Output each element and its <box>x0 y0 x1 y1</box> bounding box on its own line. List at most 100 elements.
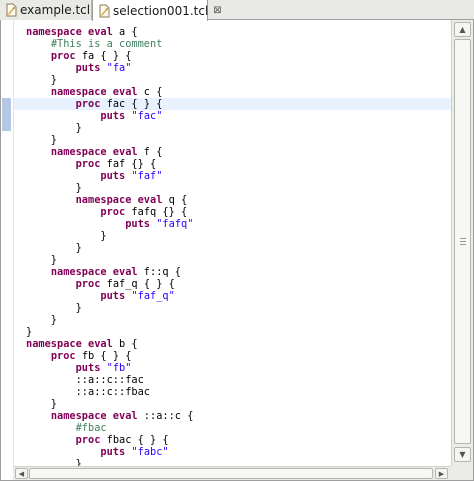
code-line[interactable]: #This is a comment <box>14 38 451 50</box>
keyword-token: puts <box>75 362 101 374</box>
keyword-token: puts <box>100 170 126 182</box>
code-token: } <box>26 254 57 266</box>
code-line[interactable]: proc fbac { } { <box>14 434 451 446</box>
code-line[interactable]: namespace eval f { <box>14 146 451 158</box>
string-token: "fb" <box>106 362 132 374</box>
tab-label: example.tcl <box>20 3 91 17</box>
code-line[interactable]: proc fafq {} { <box>14 206 451 218</box>
code-line[interactable]: } <box>14 398 451 410</box>
keyword-token: namespace eval <box>50 410 138 422</box>
keyword-token: proc <box>50 50 76 62</box>
horizontal-scrollbar[interactable]: ◀ ▶ <box>13 466 451 480</box>
code-line[interactable]: } <box>14 458 451 466</box>
code-token: fac { } { <box>100 98 163 110</box>
keyword-token: puts <box>100 110 126 122</box>
code-line[interactable]: proc faf_q { } { <box>14 278 451 290</box>
code-line[interactable]: proc fb { } { <box>14 350 451 362</box>
code-line[interactable]: ::a::c::fac <box>14 374 451 386</box>
code-line[interactable]: proc fa { } { <box>14 50 451 62</box>
code-token: faf_q { } { <box>100 278 175 290</box>
code-token: q { <box>162 194 188 206</box>
tcl-file-icon <box>99 4 110 17</box>
code-line[interactable]: puts "fa" <box>14 62 451 74</box>
code-line[interactable]: puts "fabc" <box>14 446 451 458</box>
code-line[interactable]: #fbac <box>14 422 451 434</box>
scrollbar-corner <box>451 466 473 480</box>
code-line[interactable]: namespace eval f::q { <box>14 266 451 278</box>
code-line[interactable]: } <box>14 254 451 266</box>
vertical-scrollbar[interactable]: ▲ ▼ <box>451 20 473 466</box>
keyword-token: proc <box>75 98 101 110</box>
scroll-down-button[interactable]: ▼ <box>454 447 471 462</box>
code-token: } <box>26 314 57 326</box>
keyword-token: namespace eval <box>75 194 163 206</box>
string-token: "faf_q" <box>131 290 175 302</box>
code-line[interactable]: } <box>14 242 451 254</box>
code-line[interactable]: puts "faf" <box>14 170 451 182</box>
keyword-token: namespace eval <box>26 26 113 38</box>
code-token: } <box>26 302 82 314</box>
code-line[interactable]: namespace eval a { <box>14 26 451 38</box>
code-area[interactable]: namespace eval a { #This is a comment pr… <box>13 20 451 466</box>
code-line[interactable]: puts "fb" <box>14 362 451 374</box>
horizontal-scroll-thumb[interactable] <box>29 468 433 479</box>
code-editor: namespace eval a { #This is a comment pr… <box>0 20 474 481</box>
code-token: f::q { <box>137 266 182 278</box>
tab-example-tcl[interactable]: example.tcl <box>0 0 92 20</box>
code-token: } <box>26 458 82 466</box>
scroll-up-button[interactable]: ▲ <box>454 22 471 37</box>
keyword-token: puts <box>125 218 151 230</box>
comment-token: #This is a comment <box>50 38 163 50</box>
code-line[interactable]: namespace eval ::a::c { <box>14 410 451 422</box>
code-token: ::a::c::fac <box>26 374 144 386</box>
close-icon[interactable]: ⊠ <box>213 6 221 16</box>
code-line[interactable]: } <box>14 314 451 326</box>
scroll-left-button[interactable]: ◀ <box>15 468 28 479</box>
scroll-right-button[interactable]: ▶ <box>435 468 448 479</box>
code-line[interactable]: proc faf {} { <box>14 158 451 170</box>
tcl-file-icon <box>6 3 17 17</box>
comment-token: #fbac <box>75 422 107 434</box>
code-line[interactable]: namespace eval c { <box>14 86 451 98</box>
code-line[interactable]: namespace eval b { <box>14 338 451 350</box>
code-line[interactable]: } <box>14 302 451 314</box>
keyword-token: namespace eval <box>50 86 138 98</box>
code-token: ::a::c { <box>137 410 194 422</box>
code-line[interactable]: ::a::c::fbac <box>14 386 451 398</box>
code-line[interactable]: puts "fac" <box>14 110 451 122</box>
vertical-ruler[interactable] <box>1 20 13 466</box>
code-line[interactable]: puts "fafq" <box>14 218 451 230</box>
code-line[interactable]: } <box>14 326 451 338</box>
code-token: } <box>26 326 33 338</box>
vertical-scroll-thumb[interactable] <box>454 39 471 444</box>
keyword-token: puts <box>100 446 126 458</box>
code-line[interactable]: } <box>14 230 451 242</box>
thumb-grip <box>460 241 466 242</box>
tab-selection001-tcl[interactable]: selection001.tcl ⊠ <box>92 0 222 21</box>
code-line[interactable]: } <box>14 134 451 146</box>
code-line[interactable]: proc fac { } { <box>14 98 451 110</box>
code-line[interactable]: puts "faf_q" <box>14 290 451 302</box>
code-line[interactable]: } <box>14 74 451 86</box>
string-token: "fa" <box>106 62 132 74</box>
code-line[interactable]: namespace eval q { <box>14 194 451 206</box>
keyword-token: namespace eval <box>50 146 138 158</box>
code-token: faf {} { <box>100 158 157 170</box>
code-token: fb { } { <box>75 350 132 362</box>
code-line[interactable]: } <box>14 122 451 134</box>
code-line[interactable]: } <box>14 182 451 194</box>
keyword-token: proc <box>75 158 101 170</box>
